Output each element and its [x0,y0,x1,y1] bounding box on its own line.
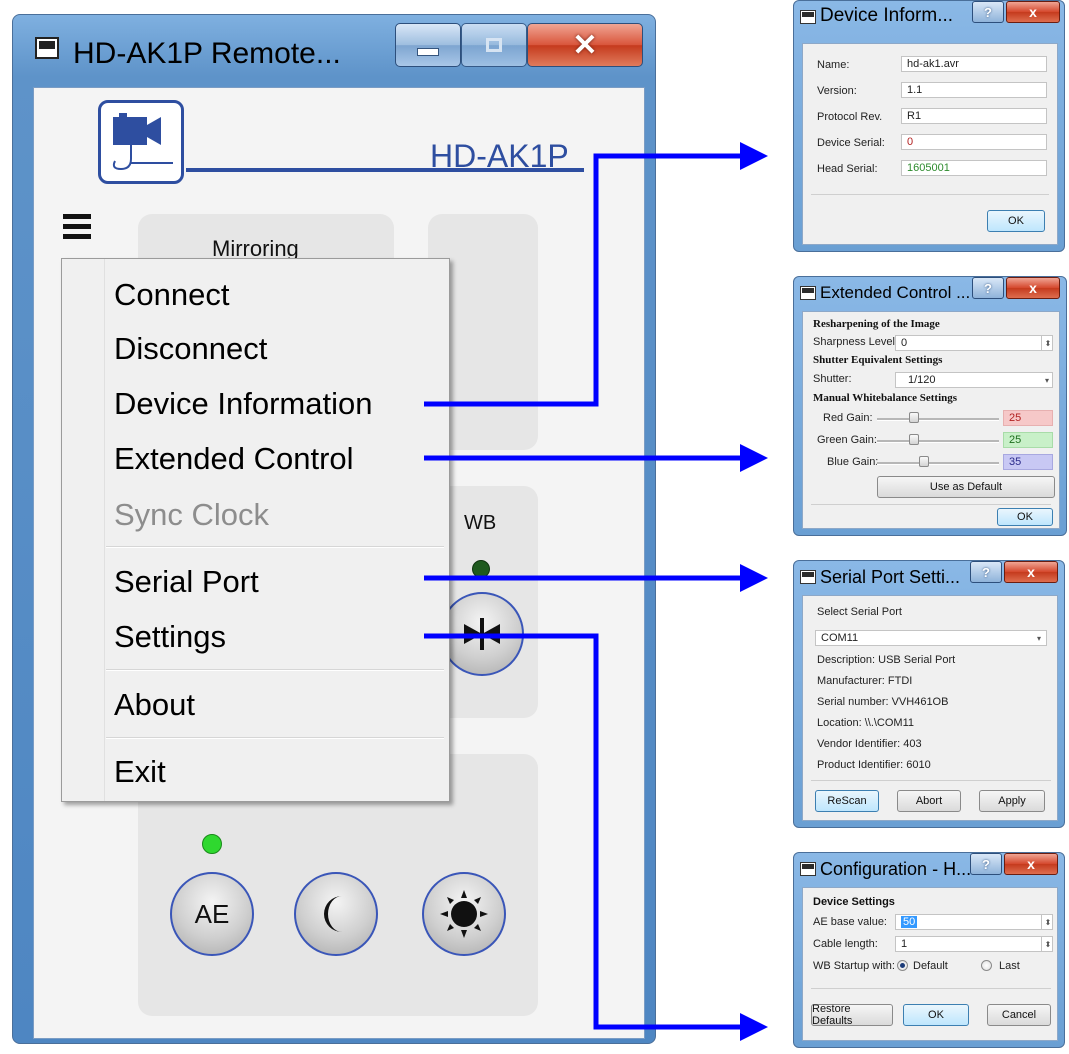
arrow-device-information [424,153,748,407]
arrowhead [740,1013,768,1041]
connector-arrows [424,142,768,1041]
arrow-settings [424,633,748,1030]
arrowhead [740,142,768,170]
arrowhead [740,564,768,592]
arrowhead [740,444,768,472]
